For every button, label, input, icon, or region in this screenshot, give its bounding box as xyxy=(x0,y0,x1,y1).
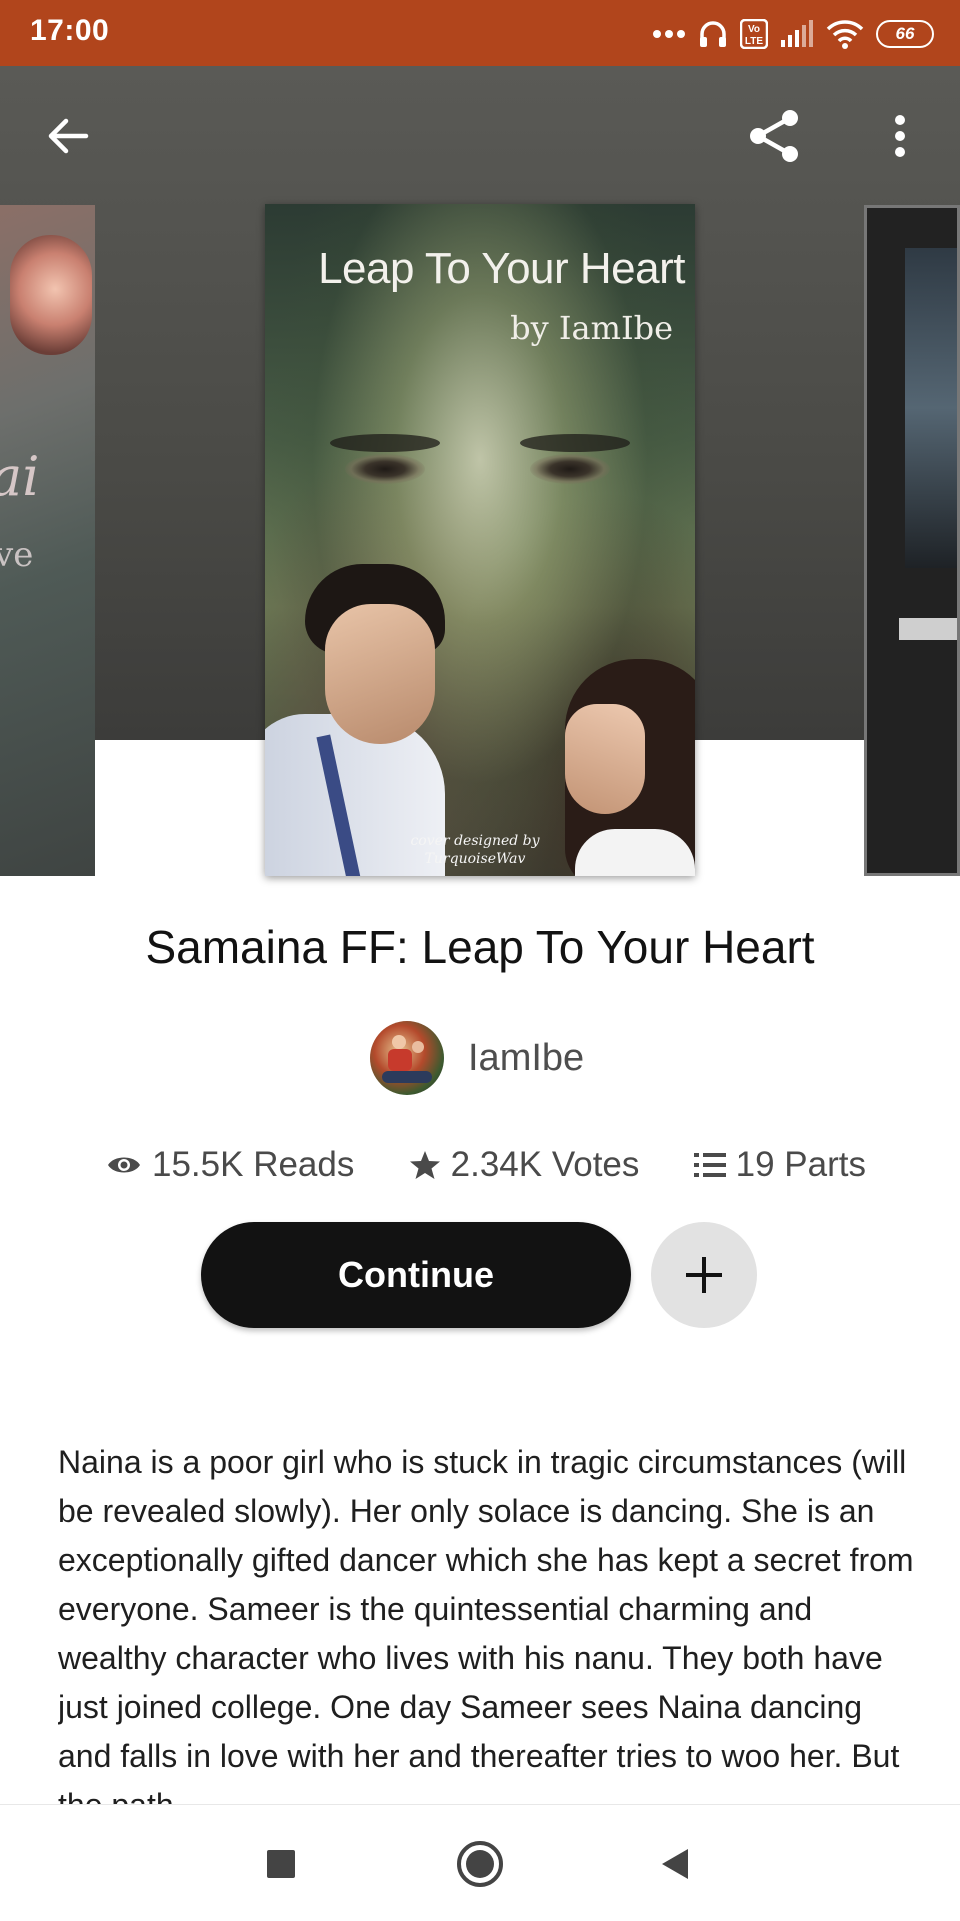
cover-credit-line: TurquoiseWav xyxy=(424,851,526,867)
cover-art xyxy=(530,454,610,484)
continue-label: Continue xyxy=(338,1254,494,1295)
cover-art xyxy=(330,434,440,452)
story-cover[interactable]: Leap To Your Heart by IamIbe cover desig… xyxy=(265,204,695,876)
parts-stat: 19 Parts xyxy=(693,1145,866,1185)
share-button[interactable] xyxy=(738,100,810,172)
add-to-library-button[interactable] xyxy=(651,1222,757,1328)
cover-art xyxy=(345,454,425,484)
home-button[interactable] xyxy=(445,1829,515,1899)
votes-stat: 2.34K Votes xyxy=(409,1145,640,1185)
back-arrow-icon xyxy=(48,118,89,154)
story-stats: 15.5K Reads 2.34K Votes 19 Parts xyxy=(106,1140,866,1190)
eye-icon xyxy=(108,1157,140,1173)
home-circle-icon xyxy=(457,1841,503,1887)
cover-credit: cover designed by TurquoiseWav xyxy=(385,832,565,868)
recents-button[interactable] xyxy=(246,1829,316,1899)
reads-count: 15.5K Reads xyxy=(152,1145,355,1184)
svg-text:LTE: LTE xyxy=(745,36,763,47)
cover-title: Leap To Your Heart xyxy=(318,244,685,293)
author-name: IamIbe xyxy=(468,1036,585,1079)
wifi-icon xyxy=(826,20,864,49)
cover-eyes-art xyxy=(315,434,645,504)
status-icons: Vo LTE 66 xyxy=(652,16,934,52)
parts-count: 19 Parts xyxy=(735,1145,866,1184)
cover-art-lettering: ve xyxy=(0,535,34,575)
back-triangle-icon xyxy=(662,1849,688,1879)
cover-credit-line: cover designed by xyxy=(410,833,540,849)
reads-stat: 15.5K Reads xyxy=(106,1145,354,1185)
more-vertical-icon xyxy=(895,115,905,157)
back-nav-button[interactable] xyxy=(640,1829,710,1899)
system-nav-bar xyxy=(0,1804,960,1921)
back-button[interactable] xyxy=(32,100,104,172)
more-dots-icon xyxy=(653,30,685,38)
cover-boy-art xyxy=(265,564,465,876)
cover-art xyxy=(10,235,92,355)
battery-level: 66 xyxy=(895,24,915,43)
previous-story-cover[interactable]: ai ve xyxy=(0,205,95,876)
story-description: Naina is a poor girl who is stuck in tra… xyxy=(58,1444,914,1804)
headphones-icon xyxy=(700,21,726,47)
author-link[interactable]: IamIbe xyxy=(370,1020,584,1096)
next-story-cover[interactable] xyxy=(864,205,960,876)
continue-button[interactable]: Continue xyxy=(201,1222,631,1328)
cover-art xyxy=(899,618,957,640)
status-bar: 17:00 Vo LTE 66 xyxy=(0,0,960,66)
volte-icon: VoLTE xyxy=(740,19,768,49)
list-icon xyxy=(693,1153,726,1177)
status-time: 17:00 xyxy=(30,14,110,47)
star-icon xyxy=(409,1151,440,1179)
cover-art xyxy=(520,434,630,452)
battery-icon: 66 xyxy=(876,20,934,48)
cover-byline: by IamIbe xyxy=(510,309,673,347)
avatar xyxy=(370,1021,444,1095)
share-icon xyxy=(750,110,798,162)
svg-text:Vo: Vo xyxy=(748,24,760,35)
more-options-button[interactable] xyxy=(864,100,936,172)
cover-art xyxy=(905,248,957,568)
votes-count: 2.34K Votes xyxy=(450,1145,640,1184)
story-title: Samaina FF: Leap To Your Heart xyxy=(145,921,815,973)
cover-art-lettering: ai xyxy=(0,445,40,508)
signal-icon xyxy=(781,20,813,47)
recents-square-icon xyxy=(267,1850,295,1878)
plus-icon xyxy=(686,1257,722,1293)
